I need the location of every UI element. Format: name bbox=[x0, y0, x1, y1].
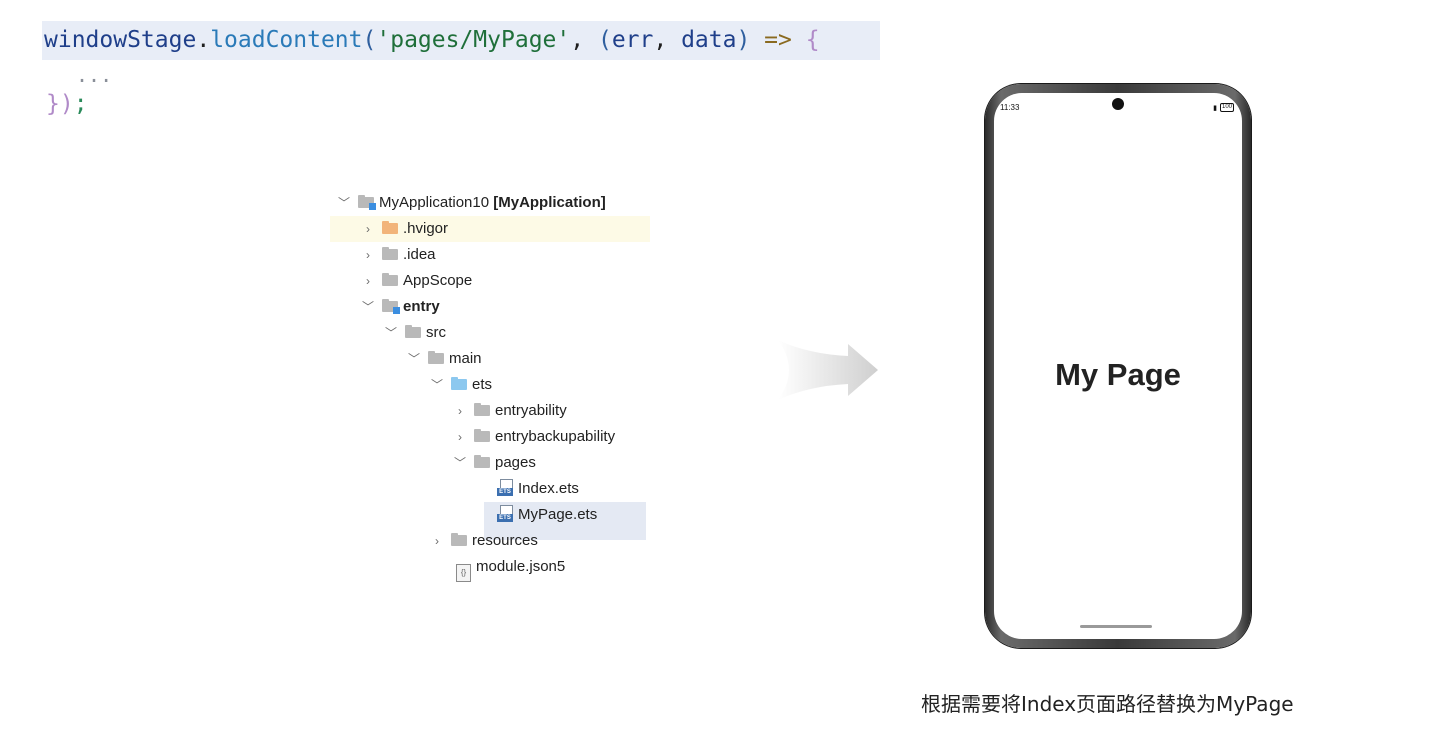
tree-item-idea[interactable]: › .idea bbox=[330, 242, 650, 268]
tree-item-label: resources bbox=[472, 532, 538, 549]
folder-icon bbox=[428, 351, 444, 364]
tree-item-appscope[interactable]: › AppScope bbox=[330, 268, 650, 294]
chevron-down-icon[interactable]: ﹀ bbox=[360, 294, 376, 320]
chevron-right-icon[interactable]: › bbox=[429, 528, 445, 554]
code-token-paren: ( bbox=[362, 27, 377, 53]
tree-item-label: .hvigor bbox=[403, 220, 449, 237]
code-token-comma: , bbox=[570, 27, 598, 53]
code-token-paren: ) bbox=[736, 27, 751, 53]
code-token-param-err: err bbox=[611, 27, 654, 53]
code-token-comma: , bbox=[653, 27, 682, 53]
tree-item-ets[interactable]: ﹀ ets bbox=[330, 372, 650, 398]
tree-item-main[interactable]: ﹀ main bbox=[330, 346, 650, 372]
project-tree: ﹀ MyApplication10 [MyApplication] › .hvigo… bbox=[330, 190, 650, 582]
tree-item-label: entrybackupability bbox=[495, 428, 616, 445]
caption: 根据需要将Index页面路径替换为MyPage bbox=[921, 692, 1294, 716]
chevron-right-icon[interactable]: › bbox=[360, 242, 376, 268]
code-token-arrow: => bbox=[750, 27, 806, 53]
tree-item-label: module.json5 bbox=[476, 558, 566, 575]
phone-mockup: 11:33 ▮ 100 My Page bbox=[985, 84, 1251, 648]
code-token-object: windowStage bbox=[44, 27, 197, 53]
tree-item-entrybackupability[interactable]: › entrybackupability bbox=[330, 424, 650, 450]
chevron-right-icon[interactable]: › bbox=[360, 268, 376, 294]
code-line-2: ... bbox=[76, 63, 113, 87]
tree-item-label: pages bbox=[495, 454, 536, 471]
tree-item-mypage-ets[interactable]: ETS MyPage.ets bbox=[330, 502, 650, 540]
module-folder-icon bbox=[382, 299, 400, 314]
tree-item-label: Index.ets bbox=[518, 480, 579, 497]
code-token-paren: ( bbox=[597, 27, 612, 53]
tree-item-label: MyApplication10 bbox=[379, 194, 490, 211]
folder-icon bbox=[474, 403, 490, 416]
chevron-down-icon[interactable]: ﹀ bbox=[452, 450, 468, 476]
chevron-down-icon[interactable]: ﹀ bbox=[429, 372, 445, 398]
ets-file-icon: ETS bbox=[497, 505, 513, 523]
sim-icon: ▮ bbox=[1213, 104, 1217, 112]
tree-item-label: .idea bbox=[403, 246, 436, 263]
code-token-brace: { bbox=[805, 27, 820, 53]
chevron-down-icon[interactable]: ﹀ bbox=[383, 320, 399, 346]
folder-icon bbox=[382, 273, 398, 286]
tree-item-label: MyPage.ets bbox=[518, 506, 598, 523]
folder-icon bbox=[451, 533, 467, 546]
tree-item-label: entryability bbox=[495, 402, 567, 419]
tree-item-label: ets bbox=[472, 376, 493, 393]
tree-item-pages[interactable]: ﹀ pages bbox=[330, 450, 650, 476]
folder-icon bbox=[382, 247, 398, 260]
folder-icon bbox=[474, 429, 490, 442]
code-snippet: windowStage.loadContent('pages/MyPage', … bbox=[42, 21, 880, 122]
code-token-param-data: data bbox=[681, 27, 737, 53]
folder-icon bbox=[382, 221, 398, 234]
tree-item-entryability[interactable]: › entryability bbox=[330, 398, 650, 424]
code-token-close: }) bbox=[46, 91, 74, 117]
chevron-down-icon[interactable]: ﹀ bbox=[406, 346, 422, 372]
code-token-semicolon: ; bbox=[73, 91, 88, 117]
chevron-right-icon[interactable]: › bbox=[360, 216, 376, 242]
code-token-dot: . bbox=[196, 27, 211, 53]
tree-item-hvigor[interactable]: › .hvigor bbox=[330, 216, 650, 242]
tree-item-index-ets[interactable]: ETS Index.ets bbox=[330, 476, 650, 502]
tree-item-entry[interactable]: ﹀ entry bbox=[330, 294, 650, 320]
code-token-function: loadContent bbox=[210, 27, 363, 53]
tree-item-resources[interactable]: › resources bbox=[330, 528, 650, 554]
home-indicator[interactable] bbox=[1080, 625, 1152, 628]
folder-icon bbox=[451, 377, 467, 390]
camera-icon bbox=[1112, 98, 1124, 110]
tree-item-root[interactable]: ﹀ MyApplication10 [MyApplication] bbox=[330, 190, 650, 216]
folder-icon bbox=[474, 455, 490, 468]
chevron-right-icon[interactable]: › bbox=[452, 424, 468, 450]
tree-item-src[interactable]: ﹀ src bbox=[330, 320, 650, 346]
tree-item-label: main bbox=[449, 350, 482, 367]
right-arrow-icon bbox=[778, 340, 878, 400]
tree-item-tag: [MyApplication] bbox=[493, 194, 606, 211]
module-folder-icon bbox=[358, 195, 376, 210]
tree-item-label: src bbox=[426, 324, 446, 341]
chevron-right-icon[interactable]: › bbox=[452, 398, 468, 424]
status-icons: ▮ 100 bbox=[1213, 103, 1234, 112]
tree-item-label: entry bbox=[403, 298, 440, 315]
battery-icon: 100 bbox=[1219, 103, 1234, 112]
tree-item-label: AppScope bbox=[403, 272, 473, 289]
json-file-icon: {} bbox=[456, 564, 471, 582]
code-line-1: windowStage.loadContent('pages/MyPage', … bbox=[42, 21, 880, 60]
tree-item-module-json5[interactable]: {} module.json5 bbox=[330, 554, 650, 582]
chevron-down-icon[interactable]: ﹀ bbox=[336, 190, 352, 216]
code-token-string: 'pages/MyPage' bbox=[376, 27, 571, 53]
page-title: My Page bbox=[1055, 357, 1181, 392]
folder-icon bbox=[405, 325, 421, 338]
phone-screen: 11:33 ▮ 100 My Page bbox=[994, 93, 1242, 639]
status-time: 11:33 bbox=[1000, 103, 1020, 112]
ets-file-icon: ETS bbox=[497, 479, 513, 497]
code-line-3: }); bbox=[42, 90, 880, 122]
